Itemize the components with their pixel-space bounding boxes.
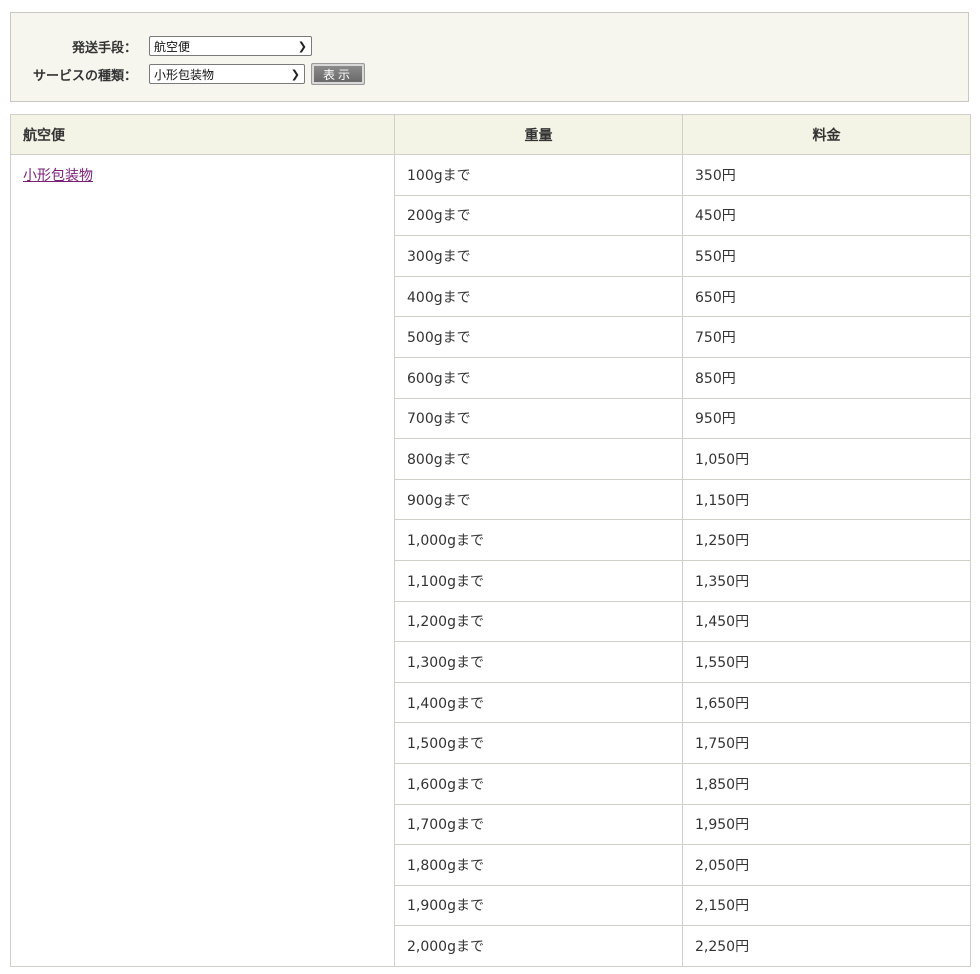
weight-cell: 2,000gまで <box>394 925 683 967</box>
weight-cell: 1,800gまで <box>394 844 683 886</box>
weight-cell: 400gまで <box>394 275 683 318</box>
service-type-label: サービスの種類： <box>32 68 137 84</box>
weight-cell: 1,000gまで <box>394 519 683 561</box>
price-cell: 1,550円 <box>682 641 971 683</box>
weight-cell: 300gまで <box>394 235 683 277</box>
price-cell: 1,050円 <box>682 438 971 480</box>
price-cell: 1,650円 <box>682 681 971 724</box>
rate-table-body: 小形包装物 100gまで 350円 200gまで 450円 300gまで 550円 400gま… <box>10 154 971 967</box>
weight-cell: 1,400gまで <box>394 681 683 724</box>
table-row: 小形包装物 100gまで 350円 <box>10 154 971 967</box>
weight-cell: 1,700gまで <box>394 803 683 846</box>
weight-cell: 100gまで <box>394 154 683 196</box>
price-cell: 2,050円 <box>682 844 971 886</box>
service-type-select[interactable]: 小形包装物 ❯ <box>149 64 305 84</box>
price-cell: 1,350円 <box>682 559 971 602</box>
price-cell: 750円 <box>682 316 971 358</box>
table-header-row: 航空便 重量 料金 <box>10 114 971 155</box>
price-cell: 1,950円 <box>682 803 971 846</box>
display-button[interactable]: 表示 <box>311 63 365 85</box>
weight-cell: 200gまで <box>394 194 683 237</box>
service-type-value: 小形包装物 <box>154 67 215 82</box>
price-cell: 1,850円 <box>682 762 971 805</box>
header-weight: 重量 <box>394 114 683 155</box>
weight-cell: 500gまで <box>394 316 683 358</box>
service-type-row: サービスの種類： 小形包装物 ❯ 表示 <box>11 63 365 85</box>
price-cell: 1,450円 <box>682 600 971 643</box>
service-cell: 小形包装物 <box>10 154 395 967</box>
weight-cell: 800gまで <box>394 438 683 480</box>
weight-cell: 1,900gまで <box>394 884 683 927</box>
search-form-panel: 発送手段： 航空便 ❯ サービスの種類： 小形包装物 ❯ 表示 <box>10 12 969 102</box>
weight-cell: 600gまで <box>394 356 683 399</box>
weight-cell: 900gまで <box>394 478 683 521</box>
header-service: 航空便 <box>10 114 395 155</box>
shipping-method-select[interactable]: 航空便 ❯ <box>149 36 312 56</box>
price-cell: 2,250円 <box>682 925 971 967</box>
weight-cell: 1,600gまで <box>394 762 683 805</box>
shipping-method-row: 発送手段： 航空便 ❯ <box>11 35 312 57</box>
price-cell: 1,250円 <box>682 519 971 561</box>
shipping-method-label: 発送手段： <box>71 40 137 56</box>
rate-table: 航空便 重量 料金 小形包装物 100gまで 350円 200gまで 450円 300gま… <box>10 114 971 967</box>
price-cell: 450円 <box>682 194 971 237</box>
header-price: 料金 <box>682 114 971 155</box>
price-cell: 850円 <box>682 356 971 399</box>
weight-cell: 700gまで <box>394 397 683 440</box>
shipping-method-value: 航空便 <box>154 39 191 54</box>
weight-cell: 1,500gまで <box>394 722 683 764</box>
chevron-down-icon: ❯ <box>297 39 307 53</box>
weight-cell: 1,200gまで <box>394 600 683 643</box>
weight-cell: 1,300gまで <box>394 641 683 683</box>
price-cell: 550円 <box>682 235 971 277</box>
price-cell: 1,750円 <box>682 722 971 764</box>
weight-cell: 1,100gまで <box>394 559 683 602</box>
price-cell: 350円 <box>682 154 971 196</box>
price-cell: 2,150円 <box>682 884 971 927</box>
service-link[interactable]: 小形包装物 <box>23 168 93 184</box>
price-cell: 650円 <box>682 275 971 318</box>
price-cell: 1,150円 <box>682 478 971 521</box>
chevron-down-icon: ❯ <box>290 67 300 81</box>
price-cell: 950円 <box>682 397 971 440</box>
